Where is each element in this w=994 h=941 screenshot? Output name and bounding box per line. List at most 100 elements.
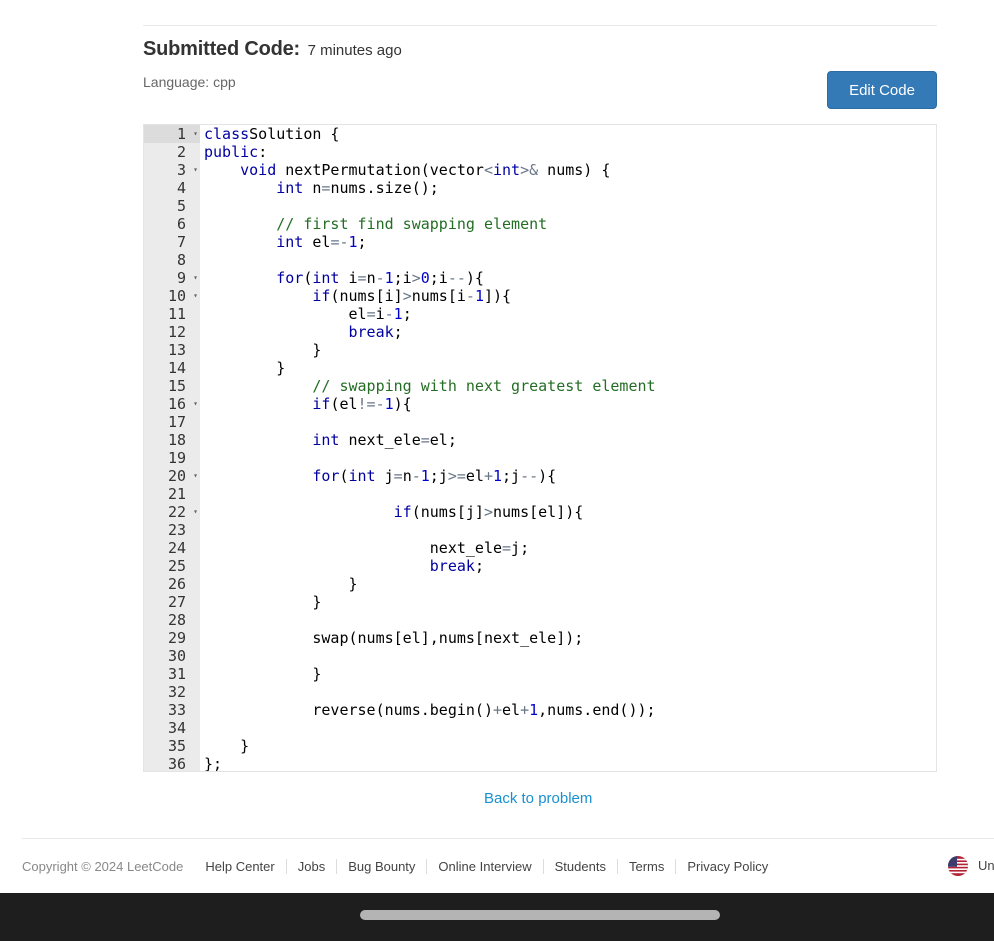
code-line: 3 ▾ void nextPermutation(vector<int>& num… [144, 161, 936, 179]
code-text: // first find swapping element [276, 215, 548, 233]
copyright-text: Copyright © 2024 LeetCode [22, 858, 184, 874]
footer-link-jobs[interactable]: Jobs [285, 858, 336, 874]
line-number: 16 ▾ [167, 395, 198, 413]
fold-arrow-icon[interactable]: ▾ [193, 467, 198, 485]
code-line: 11 el=i-1; [144, 305, 936, 323]
code-text: } [204, 575, 358, 593]
code-line: 5 [144, 197, 936, 215]
line-number: 10 ▾ [167, 287, 198, 305]
footer-link-online-interview[interactable]: Online Interview [426, 858, 542, 874]
line-number: 30 [167, 647, 186, 665]
code-line: 20 ▾ for(int j=n-1;j>=el+1;j--){ [144, 467, 936, 485]
footer-link-students[interactable]: Students [542, 858, 617, 874]
code-text: int el=-1; [276, 233, 367, 251]
code-text: for(int j=n-1;j>=el+1;j--){ [312, 467, 557, 485]
edit-code-button[interactable]: Edit Code [827, 71, 937, 109]
line-number: 4 [176, 179, 186, 197]
code-text: next_ele=j; [204, 539, 530, 557]
fold-arrow-icon[interactable]: ▾ [193, 287, 198, 305]
footer-link-privacy-policy[interactable]: Privacy Policy [675, 858, 779, 874]
code-line: 24 next_ele=j; [144, 539, 936, 557]
fold-arrow-icon[interactable]: ▾ [193, 503, 198, 521]
fold-arrow-icon[interactable]: ▾ [193, 395, 198, 413]
top-divider [143, 25, 937, 26]
line-number: 15 [167, 377, 186, 395]
code-text: break; [348, 323, 403, 341]
code-line: 25 break; [144, 557, 936, 575]
code-text: int next_ele=el; [312, 431, 457, 449]
footer-link-help-center[interactable]: Help Center [205, 859, 285, 874]
code-line: 13 } [144, 341, 936, 359]
back-to-problem-link[interactable]: Back to problem [484, 790, 592, 807]
system-bar [0, 893, 994, 941]
code-line: 28 [144, 611, 936, 629]
code-text: } [204, 341, 322, 359]
code-line: 36}; [144, 755, 936, 772]
code-line: 16 ▾ if(el!=-1){ [144, 395, 936, 413]
code-line: 10 ▾ if(nums[i]>nums[i-1]){ [144, 287, 936, 305]
line-number: 17 [167, 413, 186, 431]
line-number: 35 [167, 737, 186, 755]
footer: Copyright © 2024 LeetCode Help Center Jo… [22, 858, 779, 874]
line-number: 1 ▾ [144, 125, 200, 143]
line-number: 24 [167, 539, 186, 557]
line-number: 25 [167, 557, 186, 575]
language-label: Language: cpp [143, 74, 236, 90]
line-number: 14 [167, 359, 186, 377]
code-line: 21 [144, 485, 936, 503]
code-text: el=i-1; [204, 305, 412, 323]
code-line: 1 ▾ classSolution { [144, 125, 936, 143]
code-line: 14 } [144, 359, 936, 377]
footer-divider [22, 838, 994, 839]
code-line: 30 [144, 647, 936, 665]
code-text: reverse(nums.begin()+el+1,nums.end()); [204, 701, 656, 719]
line-number: 20 ▾ [167, 467, 198, 485]
fold-arrow-icon[interactable]: ▾ [193, 269, 198, 287]
line-number: 11 [167, 305, 186, 323]
line-number: 36 [167, 755, 186, 772]
line-number: 19 [167, 449, 186, 467]
code-line: 17 [144, 413, 936, 431]
code-line: 26 } [144, 575, 936, 593]
line-number: 28 [167, 611, 186, 629]
line-number: 7 [176, 233, 186, 251]
code-text: if(el!=-1){ [312, 395, 412, 413]
line-number: 3 ▾ [176, 161, 198, 179]
line-number: 22 ▾ [167, 503, 198, 521]
code-text: void nextPermutation(vector<int>& nums) … [240, 161, 611, 179]
code-line: 8 [144, 251, 936, 269]
fold-arrow-icon[interactable]: ▾ [193, 161, 198, 179]
fold-arrow-icon[interactable]: ▾ [193, 125, 198, 143]
line-number: 8 [176, 251, 186, 269]
code-line: 15 // swapping with next greatest elemen… [144, 377, 936, 395]
line-number: 31 [167, 665, 186, 683]
code-line: 32 [144, 683, 936, 701]
footer-link-terms[interactable]: Terms [616, 858, 675, 874]
code-line: 31 } [144, 665, 936, 683]
us-flag-icon[interactable] [948, 856, 968, 876]
submitted-code-heading: Submitted Code: 7 minutes ago [143, 38, 402, 61]
code-lines: 1 ▾ classSolution {2 public: 3 ▾ void nextPer… [144, 125, 936, 772]
code-text: } [204, 665, 322, 683]
code-line: 19 [144, 449, 936, 467]
code-line: 2 public: [144, 143, 936, 161]
code-line: 4 int n=nums.size(); [144, 179, 936, 197]
language-selector-text[interactable]: Un [978, 858, 994, 873]
code-viewer[interactable]: 1 ▾ classSolution {2 public: 3 ▾ void nextPer… [143, 124, 937, 772]
code-text: int n=nums.size(); [276, 179, 439, 197]
footer-link-bug-bounty[interactable]: Bug Bounty [336, 858, 426, 874]
code-text: // swapping with next greatest element [312, 377, 656, 395]
code-text: }; [204, 755, 223, 772]
line-number: 2 [176, 143, 186, 161]
code-line: 35 } [144, 737, 936, 755]
code-text: } [204, 359, 286, 377]
home-indicator[interactable] [360, 910, 720, 920]
line-number: 13 [167, 341, 186, 359]
code-line: 29 swap(nums[el],nums[next_ele]); [144, 629, 936, 647]
line-number: 18 [167, 431, 186, 449]
